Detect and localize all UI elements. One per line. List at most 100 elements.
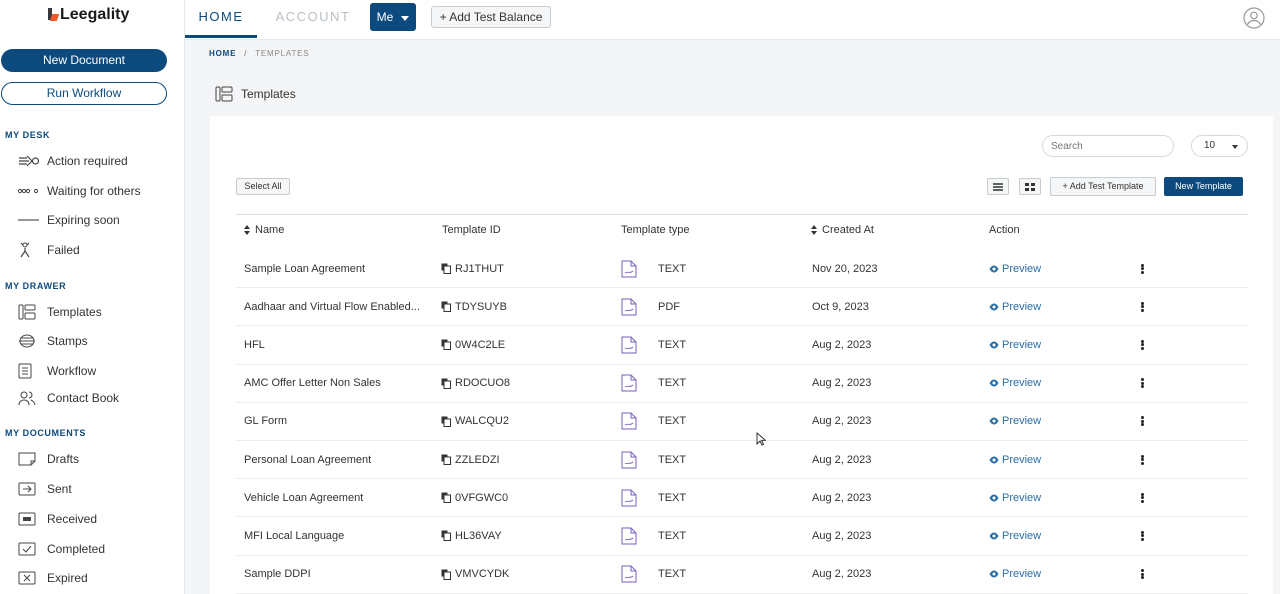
mouse-cursor-icon: [756, 432, 766, 446]
document-type-icon: [621, 565, 637, 583]
copy-icon[interactable]: [441, 569, 451, 580]
more-options-icon[interactable]: [1139, 492, 1145, 504]
search-input[interactable]: [1042, 135, 1174, 157]
template-id-cell[interactable]: 0W4C2LE: [441, 339, 505, 351]
tab-home[interactable]: HOME: [185, 0, 257, 38]
preview-link[interactable]: Preview: [989, 339, 1041, 351]
add-test-template-button[interactable]: + Add Test Template: [1050, 177, 1156, 196]
user-profile-icon[interactable]: [1243, 7, 1265, 29]
breadcrumb-home[interactable]: HOME: [209, 49, 236, 58]
table-row[interactable]: GL Form WALCQU2 TEXT Aug 2, 2023 Preview: [236, 403, 1248, 441]
template-name[interactable]: GL Form: [244, 415, 424, 427]
eye-icon: [989, 303, 999, 311]
template-id-cell[interactable]: RJ1THUT: [441, 263, 504, 275]
copy-icon[interactable]: [441, 492, 451, 504]
sidebar-item-label: Sent: [47, 482, 72, 496]
more-options-icon[interactable]: [1139, 301, 1145, 313]
preview-link[interactable]: Preview: [989, 377, 1041, 389]
created-at: Aug 2, 2023: [812, 529, 872, 542]
section-title-my-desk: MY DESK: [5, 130, 51, 140]
me-dropdown-button[interactable]: Me: [370, 3, 416, 31]
copy-icon[interactable]: [441, 339, 451, 351]
preview-link[interactable]: Preview: [989, 454, 1041, 466]
sidebar-item-drafts[interactable]: Drafts: [18, 449, 183, 469]
table-row[interactable]: Sample DDPI VMVCYDK TEXT Aug 2, 2023 Preview: [236, 556, 1248, 594]
more-options-icon[interactable]: [1139, 377, 1145, 389]
run-workflow-button[interactable]: Run Workflow: [1, 82, 167, 105]
table-row[interactable]: Vehicle Loan Agreement 0VFGWC0 TEXT Aug 2, …: [236, 479, 1248, 518]
table-row[interactable]: Personal Loan Agreement ZZLEDZI TEXT Aug 2,…: [236, 441, 1248, 480]
column-header-name[interactable]: Name: [244, 224, 284, 236]
copy-icon[interactable]: [441, 454, 451, 466]
preview-link[interactable]: Preview: [989, 263, 1041, 275]
more-options-icon[interactable]: [1139, 530, 1145, 542]
copy-icon[interactable]: [441, 530, 451, 542]
sidebar-item-stamps[interactable]: Stamps: [18, 331, 183, 351]
sidebar-item-label: Stamps: [47, 334, 88, 348]
sidebar-item-label: Action required: [47, 154, 128, 168]
column-header-template-type: Template type: [621, 224, 689, 236]
list-view-button[interactable]: [987, 178, 1009, 195]
template-name[interactable]: Personal Loan Agreement: [244, 454, 424, 466]
column-header-created-at[interactable]: Created At: [811, 224, 874, 236]
grid-view-button[interactable]: [1019, 178, 1041, 195]
preview-link[interactable]: Preview: [989, 415, 1041, 427]
template-id-cell[interactable]: VMVCYDK: [441, 568, 509, 580]
table-row[interactable]: HFL 0W4C2LE TEXT Aug 2, 2023 Preview: [236, 326, 1248, 365]
tab-account[interactable]: ACCOUNT: [273, 0, 353, 38]
preview-link[interactable]: Preview: [989, 530, 1041, 542]
sidebar-item-completed[interactable]: Completed: [18, 539, 183, 559]
new-document-button[interactable]: New Document: [1, 49, 167, 72]
sidebar-item-waiting-for-others[interactable]: Waiting for others: [18, 181, 183, 201]
table-row[interactable]: MFI Local Language HL36VAY TEXT Aug 2, 2023…: [236, 517, 1248, 556]
sidebar-item-templates[interactable]: Templates: [18, 302, 183, 322]
template-name[interactable]: Sample DDPI: [244, 568, 424, 580]
template-id-cell[interactable]: 0VFGWC0: [441, 492, 508, 504]
template-id-cell[interactable]: ZZLEDZI: [441, 454, 500, 466]
more-options-icon[interactable]: [1139, 339, 1145, 351]
sidebar-item-expiring-soon[interactable]: Expiring soon: [18, 210, 183, 230]
template-id: 0W4C2LE: [455, 338, 506, 351]
select-all-button[interactable]: Select All: [236, 178, 290, 195]
more-options-icon[interactable]: [1139, 263, 1145, 275]
sidebar-item-contact-book[interactable]: Contact Book: [18, 388, 183, 408]
copy-icon[interactable]: [441, 263, 451, 275]
template-name[interactable]: HFL: [244, 339, 424, 351]
template-name[interactable]: Sample Loan Agreement: [244, 263, 424, 275]
sidebar-item-failed[interactable]: Failed: [18, 240, 183, 260]
template-id-cell[interactable]: TDYSUYB: [441, 301, 507, 313]
template-id-cell[interactable]: RDOCUO8: [441, 377, 510, 389]
add-test-balance-button[interactable]: + Add Test Balance: [431, 6, 551, 28]
template-id-cell[interactable]: HL36VAY: [441, 530, 502, 542]
template-id-cell[interactable]: WALCQU2: [441, 415, 509, 427]
stamps-icon: [18, 333, 40, 349]
document-type-icon: [621, 489, 637, 507]
copy-icon[interactable]: [441, 301, 451, 313]
failed-person-icon: [18, 242, 40, 258]
sidebar-item-sent[interactable]: Sent: [18, 479, 183, 499]
sidebar-item-expired[interactable]: Expired: [18, 568, 183, 588]
more-options-icon[interactable]: [1139, 415, 1145, 427]
table-row[interactable]: AMC Offer Letter Non Sales RDOCUO8 TEXT Aug…: [236, 365, 1248, 403]
template-name[interactable]: AMC Offer Letter Non Sales: [244, 377, 424, 389]
sidebar-item-action-required[interactable]: Action required: [18, 151, 183, 171]
sidebar-item-received[interactable]: Received: [18, 509, 183, 529]
page-size-select[interactable]: 10: [1191, 135, 1248, 157]
more-options-icon[interactable]: [1139, 454, 1145, 466]
template-name[interactable]: Aadhaar and Virtual Flow Enabled...: [244, 301, 424, 313]
sidebar: Leegality New Document Run Workflow MY D…: [0, 0, 185, 594]
template-name[interactable]: MFI Local Language: [244, 530, 424, 542]
new-template-button[interactable]: New Template: [1164, 177, 1243, 196]
copy-icon[interactable]: [441, 416, 451, 427]
copy-icon[interactable]: [441, 378, 451, 389]
template-name[interactable]: Vehicle Loan Agreement: [244, 492, 424, 504]
preview-link[interactable]: Preview: [989, 568, 1041, 580]
more-options-icon[interactable]: [1139, 568, 1145, 580]
preview-link[interactable]: Preview: [989, 492, 1041, 504]
document-type-icon: [621, 451, 637, 469]
leegality-logo[interactable]: Leegality: [48, 6, 129, 24]
preview-link[interactable]: Preview: [989, 301, 1041, 313]
table-row[interactable]: Sample Loan Agreement RJ1THUT TEXT Nov 20, …: [236, 250, 1248, 289]
table-row[interactable]: Aadhaar and Virtual Flow Enabled... TDYSU…: [236, 288, 1248, 327]
sidebar-item-workflow[interactable]: Workflow: [18, 361, 183, 381]
